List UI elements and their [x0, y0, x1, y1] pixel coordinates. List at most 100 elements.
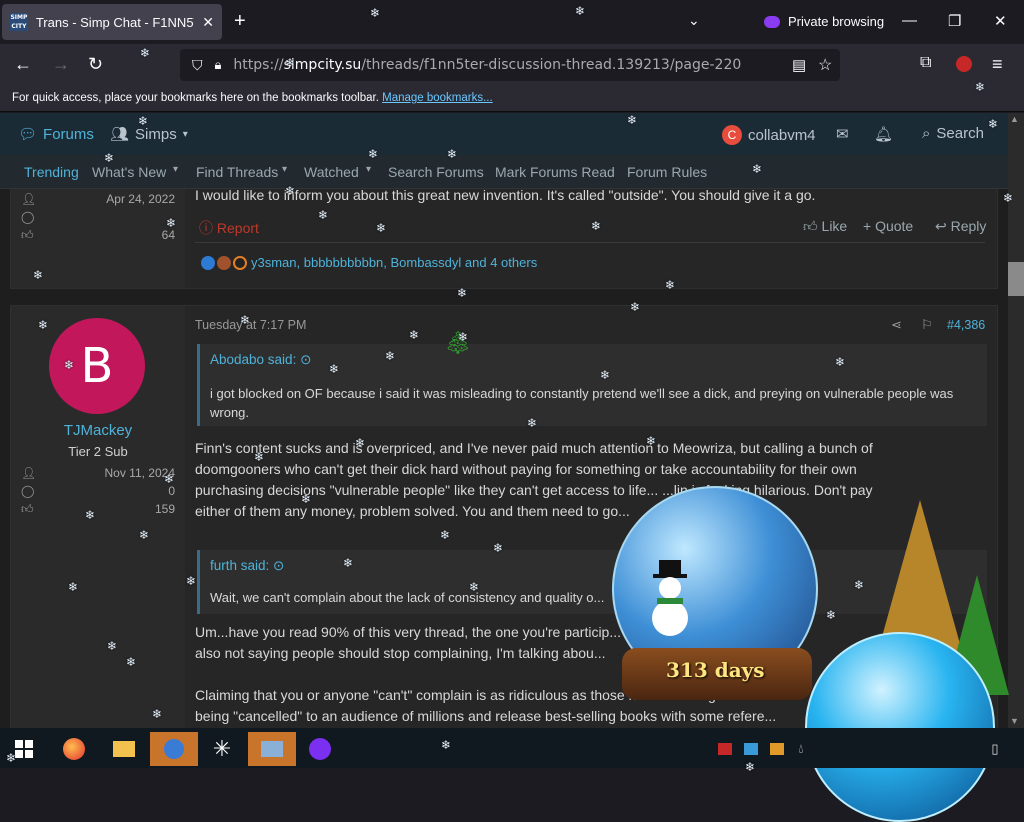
chevron-down-icon: ▾ [182, 128, 188, 140]
navigation-toolbar: ← → ↻ ⛉ 🔒︎ https://simpcity.su/threads/f… [0, 44, 1024, 103]
tracking-protection-shield-icon[interactable]: ⛉ [192, 57, 203, 74]
notification-icon[interactable]: ▯ [984, 732, 1006, 766]
forums-chat-icon: 💬︎ [18, 126, 38, 143]
url-text[interactable]: https://simpcity.su/threads/f1nn5ter-dis… [233, 57, 741, 73]
scroll-down-arrow-icon[interactable]: ▼ [1010, 716, 1019, 726]
extensions-puzzle-icon[interactable]: ⧉ [920, 54, 931, 72]
back-icon[interactable]: ← [14, 54, 32, 75]
subnav-mark-forums-read[interactable]: Mark Forums Read [495, 164, 615, 180]
post-timestamp[interactable]: Tuesday at 7:17 PM [195, 318, 306, 332]
reaction-icons [201, 256, 247, 270]
like-button[interactable]: 👍︎ Like [803, 218, 847, 235]
tray-icon[interactable] [714, 732, 736, 766]
post-message: I would like to inform you about this gr… [195, 189, 816, 203]
private-browsing-label: Private browsing [788, 14, 885, 29]
subnav-search-forums[interactable]: Search Forums [388, 164, 484, 180]
tray-icon[interactable] [740, 732, 762, 766]
user-cell: B TJMackey Tier 2 Sub 👤︎ Nov 11, 2024 ◯ … [11, 306, 185, 729]
minimize-icon[interactable]: — [902, 12, 917, 29]
maximize-icon[interactable]: ❐ [948, 12, 961, 30]
close-window-icon[interactable]: ✕ [994, 12, 1007, 30]
mouse-cursor-tree-icon: 🎄︎ [444, 330, 472, 355]
user-avatar: C [722, 125, 742, 145]
messages-bubble-icon: ◯ [21, 210, 35, 224]
tray-icon[interactable] [766, 732, 788, 766]
username-link[interactable]: TJMackey [11, 422, 185, 439]
post-para-3-line-2: being "cancelled" to an audience of mill… [195, 708, 777, 724]
subnav-watched[interactable]: Watched [304, 164, 359, 180]
post-previous: 👤︎ Apr 24, 2022 ◯ 👍︎ 64 I would like to … [10, 189, 998, 289]
bookmark-star-icon[interactable]: ☆ [818, 55, 832, 75]
forward-icon[interactable]: → [52, 54, 70, 75]
site-favicon-icon: SIMP CITY [10, 13, 28, 31]
chevron-down-icon[interactable]: ▾ [282, 164, 287, 175]
nav-simps[interactable]: 👥︎ Simps ▾ [110, 125, 188, 144]
post-para-1-line-3: purchasing decisions "vulnerable people"… [195, 482, 873, 498]
tab-strip: SIMP CITY Trans - Simp Chat - F1NN5TER ✕… [0, 0, 1024, 44]
reload-icon[interactable]: ↻ [88, 54, 103, 75]
image-viewer-icon[interactable] [248, 732, 296, 766]
windows-taskbar: ✳ 💧︎ ▯ [0, 728, 1024, 768]
alerts-bell-icon[interactable]: 🔔︎ [874, 125, 893, 143]
quote-button[interactable]: + Quote [863, 218, 913, 234]
new-tab-icon[interactable]: + [234, 10, 246, 33]
browser-tab[interactable]: SIMP CITY Trans - Simp Chat - F1NN5TER ✕ [2, 4, 222, 40]
private-browsing-indicator: Private browsing [764, 14, 884, 29]
subnav-whats-new[interactable]: What's New [92, 164, 166, 180]
custom-reaction-icon [217, 256, 231, 270]
tab-close-icon[interactable]: ✕ [202, 14, 214, 31]
inbox-envelope-icon[interactable]: ✉ [836, 125, 849, 143]
subnav-find-threads[interactable]: Find Threads [196, 164, 278, 180]
manage-bookmarks-link[interactable]: Manage bookmarks... [382, 92, 493, 104]
chevron-down-icon[interactable]: ▾ [366, 164, 371, 175]
nav-forums[interactable]: 💬︎ Forums [18, 125, 94, 144]
reader-view-icon[interactable]: ▤ [792, 56, 806, 74]
subnav-forum-rules[interactable]: Forum Rules [627, 164, 707, 180]
arrow-up-circle-icon: ⊙ [300, 352, 312, 367]
subnav-trending[interactable]: Trending [24, 164, 79, 180]
file-explorer-icon[interactable] [104, 732, 144, 766]
reactors-list[interactable]: y3sman, bbbbbbbbbbn, Bombassdyl and 4 ot… [251, 255, 537, 270]
hamburger-menu-icon[interactable]: ≡ [992, 54, 1003, 75]
joined-person-icon: 👤︎ [21, 466, 37, 480]
quote-author[interactable]: Abodabo said: ⊙ [210, 352, 311, 368]
reaction-score: 64 [161, 228, 175, 242]
messages-bubble-icon: ◯ [21, 484, 35, 498]
bookmarks-hint-text: For quick access, place your bookmarks h… [12, 92, 379, 104]
firefox-icon[interactable] [54, 732, 94, 766]
chevron-down-icon[interactable]: ▾ [173, 164, 178, 175]
app-icon[interactable] [150, 732, 198, 766]
post-para-1-line-4: either of them any money, problem solved… [195, 503, 630, 519]
bookmark-icon[interactable]: ⚐ [921, 317, 933, 333]
joined-date: Apr 24, 2022 [106, 192, 175, 206]
like-icon: 👍︎ [803, 218, 818, 234]
lock-icon[interactable]: 🔒︎ [215, 57, 222, 73]
snowman-icon [652, 560, 688, 636]
account-menu[interactable]: C collabvm4 [722, 125, 816, 145]
private-mask-icon [764, 15, 780, 28]
quote-author[interactable]: furth said: ⊙ [210, 558, 284, 574]
private-browser-icon[interactable] [300, 732, 340, 766]
scrollbar-thumb[interactable] [1008, 262, 1024, 296]
bookmarks-toolbar: For quick access, place your bookmarks h… [0, 86, 1024, 112]
divider [195, 242, 985, 243]
days-counter-text: 313 days [666, 658, 765, 682]
page-scrollbar[interactable] [1008, 113, 1024, 729]
reaction-score: 159 [154, 502, 175, 516]
report-button[interactable]: ⓘ Report [199, 218, 259, 238]
users-icon: 👥︎ [110, 126, 130, 143]
scroll-up-arrow-icon[interactable]: ▲ [1010, 114, 1019, 124]
extension-icon[interactable] [956, 56, 972, 72]
quote-text: i got blocked on OF because i said it wa… [210, 386, 954, 420]
post-number[interactable]: #4,386 [947, 318, 985, 332]
search-button[interactable]: ⌕ Search [922, 125, 984, 142]
reply-button[interactable]: ↩ Reply [935, 218, 986, 235]
reactions-thumb-icon: 👍︎ [21, 228, 34, 242]
star-app-icon[interactable]: ✳ [202, 732, 242, 766]
avatar[interactable]: B [49, 318, 145, 414]
tray-droplet-icon[interactable]: 💧︎ [790, 732, 812, 766]
windows-start-icon[interactable] [4, 732, 44, 766]
url-bar[interactable]: ⛉ 🔒︎ https://simpcity.su/threads/f1nn5te… [180, 49, 840, 81]
share-icon[interactable]: ⋖ [891, 317, 902, 333]
list-all-tabs-icon[interactable]: ⌄ [688, 12, 700, 29]
